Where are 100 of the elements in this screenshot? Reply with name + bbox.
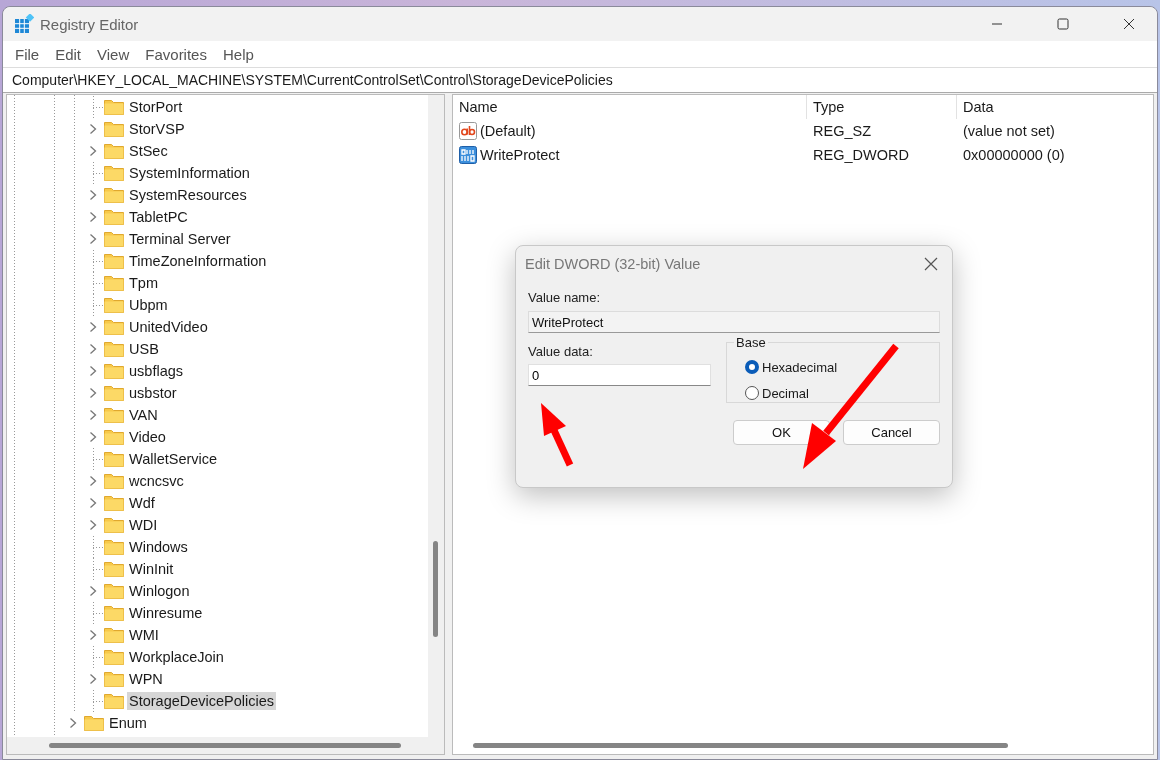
scrollbar-thumb[interactable]: [433, 541, 438, 637]
tree-item[interactable]: TabletPC: [127, 208, 190, 226]
arrow: [541, 403, 574, 467]
radio-button[interactable]: [745, 360, 759, 374]
chevron-icon[interactable]: [89, 387, 97, 399]
chevron-icon[interactable]: [89, 365, 97, 377]
value-data-field[interactable]: 0: [528, 364, 711, 386]
chevron-icon[interactable]: [89, 321, 97, 333]
radio-label[interactable]: Decimal: [762, 385, 809, 401]
field-label: Value data:: [528, 344, 594, 361]
maximize-icon[interactable]: [1057, 18, 1069, 30]
folder-icon: [104, 649, 124, 665]
tree-item[interactable]: SystemResources: [127, 186, 249, 204]
folder-icon: [104, 385, 124, 401]
chevron-icon[interactable]: [89, 629, 97, 641]
close-icon[interactable]: [924, 257, 938, 271]
chevron-icon[interactable]: [89, 497, 97, 509]
menu-item[interactable]: Help: [214, 45, 262, 63]
tree-item[interactable]: WorkplaceJoin: [127, 648, 226, 666]
tree-item[interactable]: SystemInformation: [127, 164, 252, 182]
column-header[interactable]: Data: [963, 99, 994, 115]
chevron-icon[interactable]: [89, 233, 97, 245]
folder-icon: [104, 341, 124, 357]
chevron-icon[interactable]: [89, 431, 97, 443]
folder-icon: [104, 165, 124, 181]
folder-icon: [104, 319, 124, 335]
value-data: (value not set): [963, 123, 1055, 139]
folder-icon: [104, 583, 124, 599]
tree-item[interactable]: Ubpm: [127, 296, 170, 314]
menu-item[interactable]: File: [7, 45, 48, 63]
string-value-icon: [459, 122, 477, 140]
chevron-icon[interactable]: [89, 673, 97, 685]
chevron-icon[interactable]: [89, 145, 97, 157]
tree-item[interactable]: WMI: [127, 626, 161, 644]
binary-value-icon: [459, 146, 477, 164]
scrollbar-thumb[interactable]: [473, 743, 1008, 748]
tree-item[interactable]: TimeZoneInformation: [127, 252, 269, 270]
radio-label[interactable]: Hexadecimal: [762, 359, 838, 375]
dialog-title: Edit DWORD (32-bit) Value: [525, 256, 701, 272]
tree-item[interactable]: StorPort: [127, 98, 185, 116]
value-name[interactable]: WriteProtect: [480, 147, 560, 163]
chevron-icon[interactable]: [89, 409, 97, 421]
menu-item[interactable]: View: [89, 45, 138, 63]
radio-button[interactable]: [745, 386, 759, 400]
value-name[interactable]: (Default): [480, 123, 536, 139]
chevron-icon[interactable]: [89, 585, 97, 597]
tree-item[interactable]: WDI: [127, 516, 160, 534]
folder-icon: [104, 517, 124, 533]
close-icon[interactable]: [1123, 18, 1135, 30]
tree-item[interactable]: Windows: [127, 538, 190, 556]
folder-icon: [104, 429, 124, 445]
tree-item[interactable]: VAN: [127, 406, 160, 424]
tree-item[interactable]: usbflags: [127, 362, 185, 380]
column-header[interactable]: Name: [459, 99, 498, 115]
address-bar[interactable]: Computer\HKEY_LOCAL_MACHINE\SYSTEM\CurrentControlSet\Control\StorageDevicePolicies: [3, 67, 1157, 93]
tree-item[interactable]: StorageDevicePolicies: [127, 692, 277, 710]
column-header[interactable]: Type: [813, 99, 845, 115]
chevron-icon[interactable]: [89, 475, 97, 487]
tree-item[interactable]: Tpm: [127, 274, 160, 292]
tree-item[interactable]: Wdf: [127, 494, 157, 512]
folder-icon: [104, 473, 124, 489]
window-title: Registry Editor: [40, 15, 139, 33]
folder-icon: [104, 297, 124, 313]
folder-icon: [104, 605, 124, 621]
folder-icon: [104, 627, 124, 643]
tree-item[interactable]: Winresume: [127, 604, 205, 622]
tree-item[interactable]: WalletService: [127, 450, 220, 468]
value-type: REG_SZ: [813, 123, 871, 139]
folder-icon: [104, 407, 124, 423]
value-type: REG_DWORD: [813, 147, 909, 163]
tree-item[interactable]: WinInit: [127, 560, 176, 578]
tree-item[interactable]: StSec: [127, 142, 170, 160]
folder-icon: [104, 99, 124, 115]
scrollbar-thumb[interactable]: [49, 743, 401, 748]
tree-item[interactable]: UnitedVideo: [127, 318, 210, 336]
chevron-icon[interactable]: [89, 211, 97, 223]
tree-item[interactable]: usbstor: [127, 384, 179, 402]
tree-item[interactable]: USB: [127, 340, 161, 358]
group-label: Base: [735, 335, 767, 350]
value-data: 0x00000000 (0): [963, 147, 1065, 163]
tree-item[interactable]: wcncsvc: [127, 472, 186, 490]
chevron-icon[interactable]: [89, 519, 97, 531]
chevron-icon[interactable]: [89, 343, 97, 355]
folder-icon: [104, 451, 124, 467]
cancel-button[interactable]: Cancel: [843, 420, 940, 445]
tree-item[interactable]: StorVSP: [127, 120, 187, 138]
chevron-icon[interactable]: [89, 189, 97, 201]
menu-item[interactable]: Favorites: [137, 45, 215, 63]
tree-item[interactable]: Video: [127, 428, 168, 446]
folder-icon: [104, 275, 124, 291]
tree-item[interactable]: Winlogon: [127, 582, 192, 600]
value-name-field[interactable]: WriteProtect: [528, 311, 940, 333]
tree-item[interactable]: WPN: [127, 670, 165, 688]
chevron-icon[interactable]: [89, 123, 97, 135]
folder-icon: [104, 495, 124, 511]
tree-item[interactable]: Enum: [107, 714, 149, 732]
chevron-icon[interactable]: [69, 717, 77, 729]
folder-icon: [104, 253, 124, 269]
menu-item[interactable]: Edit: [47, 45, 90, 63]
tree-item[interactable]: Terminal Server: [127, 230, 233, 248]
